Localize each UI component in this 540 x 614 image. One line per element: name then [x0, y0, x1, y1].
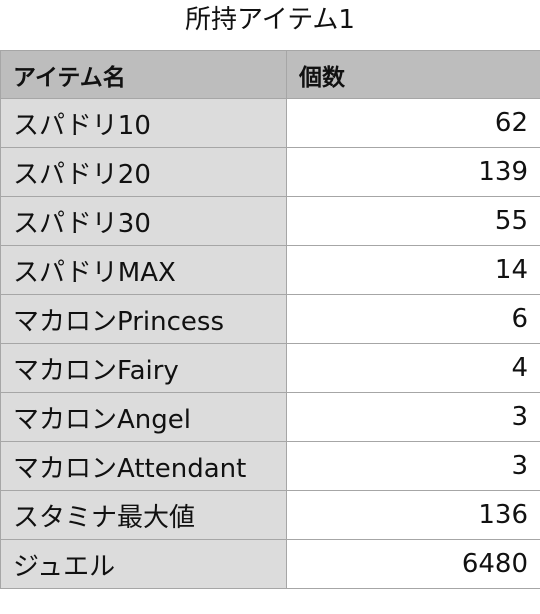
item-name-cell: スタミナ最大値 [0, 490, 287, 540]
item-name-cell: スパドリ20 [0, 147, 287, 197]
item-name-cell: マカロンFairy [0, 343, 287, 393]
item-name-cell: スパドリ30 [0, 196, 287, 246]
column-header-count: 個数 [286, 50, 540, 99]
table-header-row: アイテム名 個数 [0, 50, 540, 99]
table-row: マカロンPrincess 6 [0, 294, 540, 344]
table-row: スタミナ最大値 136 [0, 490, 540, 540]
item-count-cell: 3 [286, 441, 540, 491]
table-row: スパドリ10 62 [0, 98, 540, 148]
table-row: スパドリMAX 14 [0, 245, 540, 295]
item-count-cell: 55 [286, 196, 540, 246]
item-count-cell: 14 [286, 245, 540, 295]
item-name-cell: マカロンAttendant [0, 441, 287, 491]
items-table: アイテム名 個数 スパドリ10 62 スパドリ20 139 スパドリ30 55 … [0, 50, 540, 589]
table-row: スパドリ30 55 [0, 196, 540, 246]
item-count-cell: 6 [286, 294, 540, 344]
table-row: ジュエル 6480 [0, 539, 540, 589]
table-row: マカロンAttendant 3 [0, 441, 540, 491]
item-name-cell: スパドリ10 [0, 98, 287, 148]
item-count-cell: 136 [286, 490, 540, 540]
item-name-cell: マカロンAngel [0, 392, 287, 442]
item-count-cell: 6480 [286, 539, 540, 589]
page-title: 所持アイテム1 [185, 5, 355, 35]
item-name-cell: スパドリMAX [0, 245, 287, 295]
item-count-cell: 139 [286, 147, 540, 197]
table-row: マカロンAngel 3 [0, 392, 540, 442]
item-name-cell: マカロンPrincess [0, 294, 287, 344]
item-count-cell: 4 [286, 343, 540, 393]
table-row: スパドリ20 139 [0, 147, 540, 197]
item-count-cell: 3 [286, 392, 540, 442]
item-name-cell: ジュエル [0, 539, 287, 589]
column-header-item-name: アイテム名 [0, 50, 287, 99]
table-row: マカロンFairy 4 [0, 343, 540, 393]
item-count-cell: 62 [286, 98, 540, 148]
